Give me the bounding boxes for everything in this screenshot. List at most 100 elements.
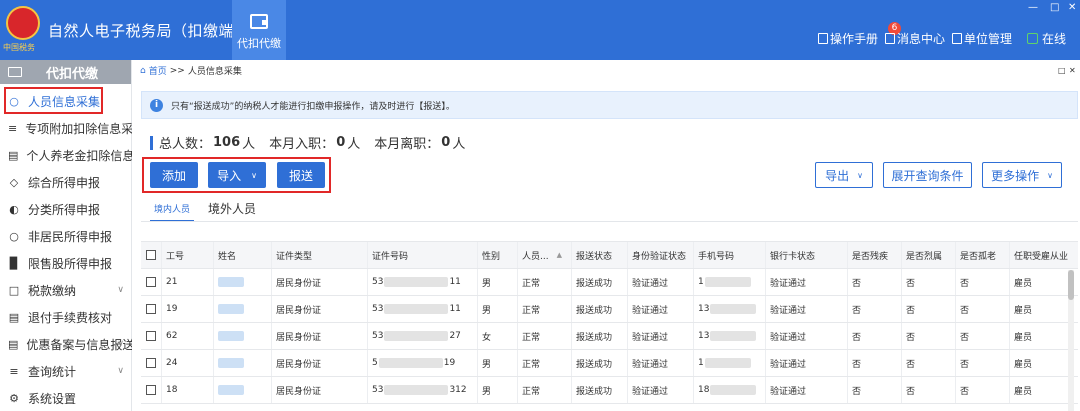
sidebar-item-tax-payment[interactable]: □ 税款缴纳 ∨ xyxy=(0,277,132,303)
tab-overseas[interactable]: 境外人员 xyxy=(204,200,260,222)
col-header-employment[interactable]: 任职受雇从业 xyxy=(1009,242,1068,268)
close-panel-icon[interactable]: ✕ xyxy=(1069,66,1076,75)
sidebar-item-query-stats[interactable]: ≡ 查询统计 ∨ xyxy=(0,358,132,384)
table-row[interactable]: 19 居民身份证 53 11 男正常 报送成功 验证通过 13 验证通过否否否雇员 xyxy=(141,296,1078,323)
col-header-phone[interactable]: 手机号码 xyxy=(693,242,765,268)
phone-prefix: 1 xyxy=(698,358,704,368)
cell-phone: 1 xyxy=(693,350,765,376)
redacted-id-number xyxy=(384,385,449,395)
breadcrumb-separator: >> xyxy=(169,65,185,76)
redacted-name xyxy=(218,277,244,287)
unit-management-link[interactable]: 单位管理 xyxy=(952,30,1012,46)
logo-text: 中国税务 xyxy=(3,43,35,52)
col-header-id[interactable]: 工号 xyxy=(161,242,213,268)
scrollbar-thumb[interactable] xyxy=(1068,270,1074,300)
table-row[interactable]: 24 居民身份证 5 19 男正常 报送成功 验证通过 1 验证通过否否否雇员 xyxy=(141,350,1078,377)
col-header-submit-status[interactable]: 报送状态 xyxy=(571,242,627,268)
online-label: 在线 xyxy=(1042,31,1067,46)
table-row[interactable]: 62 居民身份证 53 27 女正常 报送成功 验证通过 13 验证通过否否否雇员 xyxy=(141,323,1078,350)
row-checkbox[interactable] xyxy=(146,331,156,341)
cell-martyr: 否 xyxy=(901,323,955,349)
manual-link[interactable]: 操作手册 xyxy=(818,30,878,46)
col-header-martyr[interactable]: 是否烈属 xyxy=(901,242,955,268)
expand-query-button[interactable]: 展开查询条件 xyxy=(883,162,972,188)
row-checkbox[interactable] xyxy=(146,277,156,287)
sort-icon[interactable]: ▲ xyxy=(557,251,562,259)
sidebar-item-refund-fee[interactable]: ▤ 退付手续费核对 xyxy=(0,304,132,330)
cell-id-number: 53 11 xyxy=(367,269,477,295)
export-button[interactable]: 导出 ∨ xyxy=(815,162,873,188)
cell-gender: 男 xyxy=(477,350,517,376)
nav-tab-withholding[interactable]: 代扣代缴 xyxy=(232,0,286,60)
cell-phone: 13 xyxy=(693,296,765,322)
sidebar-item-comprehensive-income[interactable]: ◇ 综合所得申报 xyxy=(0,169,132,195)
wallet-icon xyxy=(250,14,268,29)
messages-label: 消息中心 xyxy=(897,31,946,46)
col-header-bank-status[interactable]: 银行卡状态 xyxy=(765,242,847,268)
maximize-button[interactable]: □ xyxy=(1050,2,1059,13)
row-checkbox-cell[interactable] xyxy=(141,296,161,322)
redacted-phone xyxy=(704,358,751,368)
cell-id-number: 53 27 xyxy=(367,323,477,349)
cell-person-status: 正常 xyxy=(517,377,571,403)
col-header-verify-status[interactable]: 身份验证状态 xyxy=(627,242,693,268)
document-icon: ▤ xyxy=(8,148,19,162)
sidebar-item-pension-deduction[interactable]: ▤ 个人养老金扣除信息 xyxy=(0,142,132,168)
cell-bank-status: 验证通过 xyxy=(765,350,847,376)
more-operations-button[interactable]: 更多操作 ∨ xyxy=(982,162,1062,188)
redacted-name xyxy=(218,385,244,395)
sidebar-item-restricted-shares[interactable]: ▉ 限售股所得申报 xyxy=(0,250,132,276)
select-all-checkbox[interactable] xyxy=(146,250,156,260)
sidebar-item-system-settings[interactable]: ⚙ 系统设置 xyxy=(0,385,132,411)
hired-unit: 人 xyxy=(347,137,361,152)
cell-martyr: 否 xyxy=(901,296,955,322)
redacted-id-number xyxy=(384,304,449,314)
cell-id-number: 5 19 xyxy=(367,350,477,376)
sidebar-item-nonresident-income[interactable]: ○ 非居民所得申报 xyxy=(0,223,132,249)
col-header-id-type[interactable]: 证件类型 xyxy=(271,242,367,268)
sidebar-item-special-deduction[interactable]: ≡ 专项附加扣除信息采集 xyxy=(0,115,132,141)
row-checkbox[interactable] xyxy=(146,304,156,314)
restore-panel-icon[interactable]: □ xyxy=(1058,66,1066,75)
col-header-person-status[interactable]: 人员... ▲ xyxy=(517,242,571,268)
cell-gender: 女 xyxy=(477,323,517,349)
row-checkbox[interactable] xyxy=(146,358,156,368)
sidebar-item-preferential-filing[interactable]: ▤ 优惠备案与信息报送 ∨ xyxy=(0,331,132,357)
cell-id-type: 居民身份证 xyxy=(271,296,367,322)
layers-icon: ◇ xyxy=(9,175,19,189)
cell-elderly: 否 xyxy=(955,323,1009,349)
col-header-id-number[interactable]: 证件号码 xyxy=(367,242,477,268)
table-row[interactable]: 21 居民身份证 53 11 男正常 报送成功 验证通过 1 验证通过否否否雇员 xyxy=(141,269,1078,296)
chevron-down-icon: ∨ xyxy=(857,170,863,180)
sidebar-item-classified-income[interactable]: ◐ 分类所得申报 xyxy=(0,196,132,222)
table-row[interactable]: 18 居民身份证 53 312 男正常 报送成功 验证通过 18 验证通过否否否雇员 xyxy=(141,377,1078,404)
cell-disabled: 否 xyxy=(847,269,901,295)
folder-icon: □ xyxy=(8,283,20,297)
row-checkbox-cell[interactable] xyxy=(141,323,161,349)
col-header-gender[interactable]: 性别 xyxy=(477,242,517,268)
select-all-checkbox-cell[interactable] xyxy=(141,242,161,268)
cell-employment: 雇员 xyxy=(1009,296,1068,322)
breadcrumb-home[interactable]: 首页 xyxy=(149,64,167,77)
cell-submit-status: 报送成功 xyxy=(571,323,627,349)
close-button[interactable]: ✕ xyxy=(1068,2,1076,13)
sidebar-item-label: 专项附加扣除信息采集 xyxy=(25,121,132,136)
row-checkbox-cell[interactable] xyxy=(141,350,161,376)
redacted-phone xyxy=(710,331,757,341)
left-unit: 人 xyxy=(452,137,466,152)
col-header-disabled[interactable]: 是否残疾 xyxy=(847,242,901,268)
table-scrollbar[interactable] xyxy=(1068,270,1074,411)
row-checkbox-cell[interactable] xyxy=(141,269,161,295)
row-checkbox[interactable] xyxy=(146,385,156,395)
tab-domestic[interactable]: 境内人员 xyxy=(150,202,195,222)
col-header-name[interactable]: 姓名 xyxy=(213,242,271,268)
minimize-button[interactable]: — xyxy=(1028,2,1038,13)
redacted-name xyxy=(218,304,244,314)
message-center-link[interactable]: 消息中心 xyxy=(885,30,945,46)
row-checkbox-cell[interactable] xyxy=(141,377,161,403)
redacted-phone xyxy=(710,304,757,314)
unit-management-label: 单位管理 xyxy=(964,31,1013,46)
cell-id: 18 xyxy=(161,377,213,403)
col-header-elderly[interactable]: 是否孤老 xyxy=(955,242,1009,268)
cell-person-status: 正常 xyxy=(517,350,571,376)
